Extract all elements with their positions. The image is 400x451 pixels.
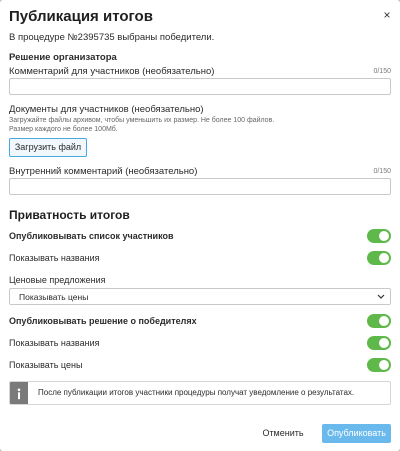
show-names-label: Показывать названия bbox=[9, 253, 100, 263]
documents-label: Документы для участников (необязательно) bbox=[9, 104, 204, 115]
toggle-knob bbox=[379, 360, 389, 370]
cancel-button[interactable]: Отменить bbox=[256, 424, 310, 442]
toggle-knob bbox=[379, 316, 389, 326]
internal-comment-input[interactable] bbox=[9, 178, 391, 195]
toggle-knob bbox=[379, 338, 389, 348]
upload-file-button[interactable]: Загрузить файл bbox=[9, 138, 87, 157]
privacy-heading: Приватность итогов bbox=[9, 208, 130, 222]
dialog-title: Публикация итогов bbox=[9, 8, 153, 25]
info-icon bbox=[17, 388, 21, 400]
publish-participants-label: Опубликовывать список участников bbox=[9, 231, 174, 241]
close-icon[interactable]: × bbox=[380, 7, 394, 23]
show-prices-label: Показывать цены bbox=[9, 360, 83, 370]
price-offers-select[interactable]: Показывать цены bbox=[9, 288, 391, 305]
publish-winners-toggle[interactable] bbox=[367, 314, 391, 328]
participant-comment-counter: 0/150 bbox=[373, 68, 391, 75]
toggle-knob bbox=[379, 253, 389, 263]
participant-comment-label: Комментарий для участников (необязательн… bbox=[9, 66, 215, 77]
internal-comment-counter: 0/150 bbox=[373, 168, 391, 175]
notification-notice: После публикации итогов участники процед… bbox=[9, 381, 391, 405]
notice-text: После публикации итогов участники процед… bbox=[38, 388, 355, 397]
show-prices-toggle[interactable] bbox=[367, 358, 391, 372]
publish-results-dialog: Публикация итогов × В процедуре №2395735… bbox=[0, 0, 400, 451]
publish-winners-label: Опубликовывать решение о победителях bbox=[9, 316, 197, 326]
price-offers-label: Ценовые предложения bbox=[9, 275, 106, 285]
show-names-toggle[interactable] bbox=[367, 251, 391, 265]
internal-comment-label: Внутренний комментарий (необязательно) bbox=[9, 166, 198, 177]
price-offers-selected-value: Показывать цены bbox=[19, 292, 89, 302]
procedure-intro-text: В процедуре №2395735 выбраны победители. bbox=[9, 32, 215, 43]
notice-side-bar bbox=[10, 382, 28, 404]
documents-hint: Загружайте файлы архивом, чтобы уменьшит… bbox=[9, 117, 275, 133]
chevron-down-icon bbox=[377, 294, 385, 299]
organizer-decision-heading: Решение организатора bbox=[9, 52, 117, 63]
winners-show-names-toggle[interactable] bbox=[367, 336, 391, 350]
publish-participants-toggle[interactable] bbox=[367, 229, 391, 243]
publish-button[interactable]: Опубликовать bbox=[322, 424, 391, 443]
participant-comment-input[interactable] bbox=[9, 78, 391, 95]
toggle-knob bbox=[379, 231, 389, 241]
winners-show-names-label: Показывать названия bbox=[9, 338, 100, 348]
